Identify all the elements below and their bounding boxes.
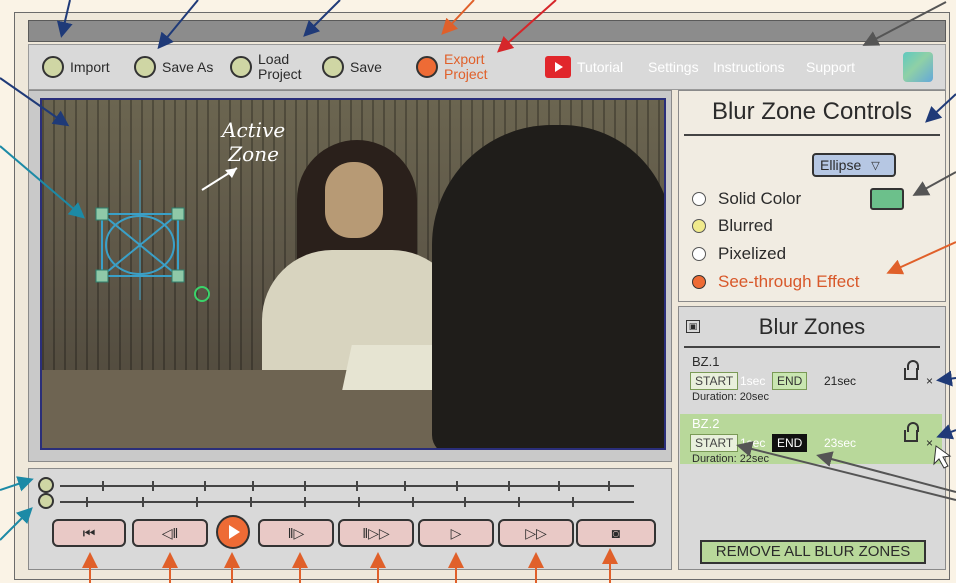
mouse-cursor-icon <box>933 445 952 469</box>
annotation-arrow <box>936 424 956 440</box>
annotation-arrow <box>157 0 199 50</box>
annotation-arrow <box>912 171 956 196</box>
annotation-arrow <box>497 0 557 53</box>
annotation-arrow <box>441 0 475 35</box>
annotation-arrow <box>0 476 34 492</box>
annotation-arrow <box>862 1 947 46</box>
annotation-arrow <box>56 0 73 38</box>
annotation-arrow <box>886 241 956 275</box>
annotation-arrow <box>0 77 70 127</box>
annotation-arrow <box>925 93 956 123</box>
annotation-arrow <box>303 0 341 37</box>
annotation-arrow <box>736 441 956 501</box>
annotation-arrows <box>0 0 956 583</box>
annotation-arrow <box>0 145 86 219</box>
annotation-arrow <box>936 370 956 387</box>
annotation-arrow <box>0 507 33 541</box>
